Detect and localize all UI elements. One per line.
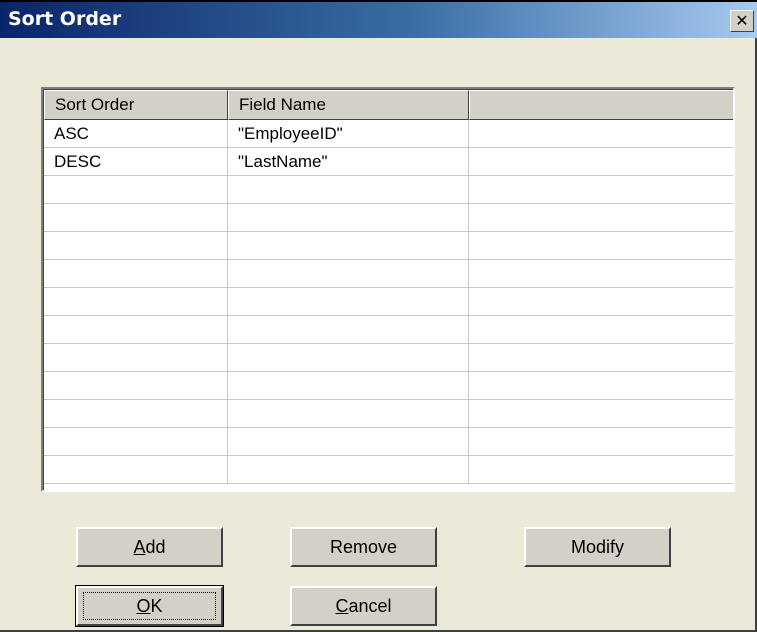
extra-cell[interactable] (469, 120, 733, 147)
cancel-mnemonic: C (335, 596, 349, 616)
sort-order-dialog: Sort Order ✕ Sort Order Field Name ASC "E… (0, 0, 757, 632)
sort-order-cell[interactable] (44, 400, 228, 427)
table-row[interactable] (44, 400, 733, 428)
table-row[interactable]: ASC "EmployeeID" (44, 120, 733, 148)
sort-order-cell[interactable] (44, 204, 228, 231)
column-header-sort-order[interactable]: Sort Order (44, 90, 228, 120)
focus-ring (83, 592, 216, 620)
sort-order-grid[interactable]: Sort Order Field Name ASC "EmployeeID" DES… (41, 87, 735, 492)
field-name-cell[interactable] (228, 232, 469, 259)
extra-cell[interactable] (469, 428, 733, 455)
extra-cell[interactable] (469, 288, 733, 315)
sort-order-cell[interactable] (44, 428, 228, 455)
table-row[interactable]: DESC "LastName" (44, 148, 733, 176)
extra-cell[interactable] (469, 176, 733, 203)
field-name-cell[interactable] (228, 288, 469, 315)
grid-inner: Sort Order Field Name ASC "EmployeeID" DES… (43, 89, 733, 490)
title-bar-top-line (0, 0, 757, 2)
sort-order-cell[interactable] (44, 260, 228, 287)
sort-order-cell[interactable] (44, 316, 228, 343)
sort-order-cell[interactable]: ASC (44, 120, 228, 147)
sort-order-cell[interactable] (44, 344, 228, 371)
field-name-cell[interactable] (228, 372, 469, 399)
column-header-field-name[interactable]: Field Name (228, 90, 469, 120)
modify-button[interactable]: Modify (524, 527, 671, 567)
cancel-button[interactable]: Cancel (290, 586, 437, 626)
table-row[interactable] (44, 204, 733, 232)
table-row[interactable] (44, 428, 733, 456)
remove-label: Remove (329, 537, 398, 557)
add-label-rest: dd (145, 537, 166, 557)
extra-cell[interactable] (469, 204, 733, 231)
table-row[interactable] (44, 316, 733, 344)
title-bar[interactable]: Sort Order ✕ (0, 0, 757, 38)
close-button[interactable]: ✕ (730, 10, 754, 32)
field-name-cell[interactable] (228, 260, 469, 287)
extra-cell[interactable] (469, 400, 733, 427)
sort-order-cell[interactable] (44, 288, 228, 315)
extra-cell[interactable] (469, 260, 733, 287)
table-row[interactable] (44, 372, 733, 400)
sort-order-cell[interactable] (44, 232, 228, 259)
dialog-title: Sort Order (8, 8, 122, 30)
field-name-cell[interactable] (228, 400, 469, 427)
sort-order-cell[interactable] (44, 176, 228, 203)
table-row[interactable] (44, 456, 733, 484)
sort-order-cell[interactable] (44, 372, 228, 399)
modify-label: Modify (570, 537, 624, 557)
field-name-cell[interactable] (228, 316, 469, 343)
grid-header-row: Sort Order Field Name (44, 90, 733, 120)
extra-cell[interactable] (469, 372, 733, 399)
field-name-cell[interactable] (228, 456, 469, 483)
close-icon: ✕ (735, 11, 749, 30)
extra-cell[interactable] (469, 148, 733, 175)
table-row[interactable] (44, 176, 733, 204)
cancel-label-rest: ancel (348, 596, 392, 616)
remove-button[interactable]: Remove (290, 527, 437, 567)
table-row[interactable] (44, 232, 733, 260)
extra-cell[interactable] (469, 232, 733, 259)
sort-order-cell[interactable]: DESC (44, 148, 228, 175)
extra-cell[interactable] (469, 316, 733, 343)
extra-cell[interactable] (469, 456, 733, 483)
sort-order-cell[interactable] (44, 456, 228, 483)
field-name-cell[interactable] (228, 176, 469, 203)
table-row[interactable] (44, 260, 733, 288)
field-name-cell[interactable] (228, 428, 469, 455)
table-row[interactable] (44, 288, 733, 316)
field-name-cell[interactable] (228, 344, 469, 371)
add-mnemonic: A (133, 537, 146, 557)
add-button[interactable]: Add (76, 527, 223, 567)
table-row[interactable] (44, 344, 733, 372)
column-header-empty[interactable] (469, 90, 733, 120)
ok-button[interactable]: OK (75, 585, 224, 627)
field-name-cell[interactable]: "EmployeeID" (228, 120, 469, 147)
field-name-cell[interactable] (228, 204, 469, 231)
field-name-cell[interactable]: "LastName" (228, 148, 469, 175)
extra-cell[interactable] (469, 344, 733, 371)
